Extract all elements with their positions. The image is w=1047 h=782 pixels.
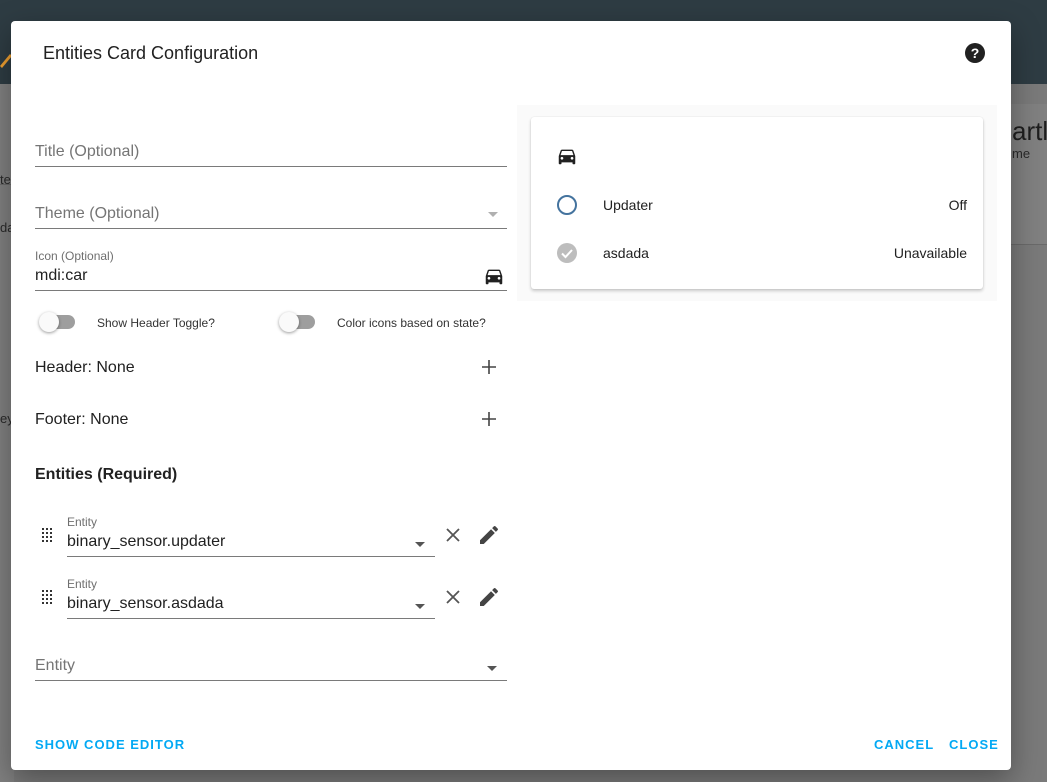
entity-row: Entity binary_sensor.asdada (35, 573, 507, 625)
drag-handle-icon[interactable] (41, 589, 53, 605)
car-icon (558, 149, 576, 165)
cancel-button[interactable]: CANCEL (874, 737, 934, 752)
color-icons-toggle-label: Color icons based on state? (337, 316, 486, 330)
preview-entity-state: Off (948, 197, 967, 213)
add-header-button[interactable] (477, 355, 501, 379)
field-underline (35, 228, 507, 229)
car-icon (485, 269, 503, 285)
entity-select-label: Entity (67, 515, 98, 529)
background-subtitle: me (1012, 146, 1031, 161)
theme-placeholder: Theme (Optional) (35, 205, 160, 222)
circle-outline-icon (557, 195, 577, 215)
preview-entity-row[interactable]: Updater Off (531, 190, 983, 220)
icon-field-value: mdi:car (35, 267, 88, 284)
footer-label: Footer: None (35, 411, 129, 428)
edit-entity-button[interactable] (477, 585, 501, 609)
title-field[interactable]: Title (Optional) (35, 137, 507, 167)
entity-select-value: binary_sensor.updater (67, 533, 226, 550)
entity-select-label: Entity (67, 577, 98, 591)
header-label: Header: None (35, 359, 135, 376)
background-divider (1010, 244, 1047, 245)
new-entity-select[interactable]: Entity (35, 651, 507, 681)
toggle-thumb (279, 312, 299, 332)
svg-text:?: ? (971, 45, 980, 61)
background-title: artl (1012, 116, 1047, 146)
close-button[interactable]: CLOSE (949, 737, 999, 752)
show-header-toggle-label: Show Header Toggle? (97, 316, 215, 330)
chevron-down-icon (415, 542, 425, 547)
entity-select-value: binary_sensor.asdada (67, 595, 224, 612)
entities-card-config-dialog: Entities Card Configuration ? Title (Opt… (11, 21, 1011, 770)
show-code-editor-button[interactable]: SHOW CODE EDITOR (35, 737, 185, 752)
help-circle-icon[interactable]: ? (963, 41, 987, 65)
add-footer-button[interactable] (477, 407, 501, 431)
edit-entity-button[interactable] (477, 523, 501, 547)
entity-select[interactable]: Entity binary_sensor.updater (67, 511, 435, 557)
field-underline (67, 556, 435, 557)
field-underline (67, 618, 435, 619)
entity-select[interactable]: Entity binary_sensor.asdada (67, 573, 435, 619)
preview-entity-name: asdada (603, 245, 649, 261)
dialog-title: Entities Card Configuration (43, 43, 259, 63)
entity-row: Entity binary_sensor.updater (35, 511, 507, 563)
field-underline (35, 166, 507, 167)
preview-entity-state: Unavailable (893, 245, 967, 261)
chevron-down-icon (415, 604, 425, 609)
drag-handle-icon[interactable] (41, 527, 53, 543)
field-underline (35, 290, 507, 291)
check-circle-icon (557, 243, 577, 263)
field-underline (35, 680, 507, 681)
show-header-toggle[interactable] (39, 312, 79, 332)
new-entity-placeholder: Entity (35, 657, 76, 674)
preview-entity-name: Updater (603, 197, 653, 213)
preview-entity-row[interactable]: asdada Unavailable (531, 238, 983, 268)
icon-field[interactable]: Icon (Optional) mdi:car (35, 247, 507, 291)
chevron-down-icon (487, 666, 497, 671)
chevron-down-icon (488, 212, 498, 217)
color-icons-toggle[interactable] (279, 312, 319, 332)
theme-select[interactable]: Theme (Optional) (35, 199, 507, 229)
remove-entity-button[interactable] (441, 585, 465, 609)
toggle-thumb (39, 312, 59, 332)
preview-entities-card: Updater Off asdada Unavailable (531, 117, 983, 289)
title-placeholder: Title (Optional) (35, 143, 140, 160)
icon-field-label: Icon (Optional) (35, 249, 114, 263)
entities-section-title: Entities (Required) (35, 466, 178, 483)
remove-entity-button[interactable] (441, 523, 465, 547)
